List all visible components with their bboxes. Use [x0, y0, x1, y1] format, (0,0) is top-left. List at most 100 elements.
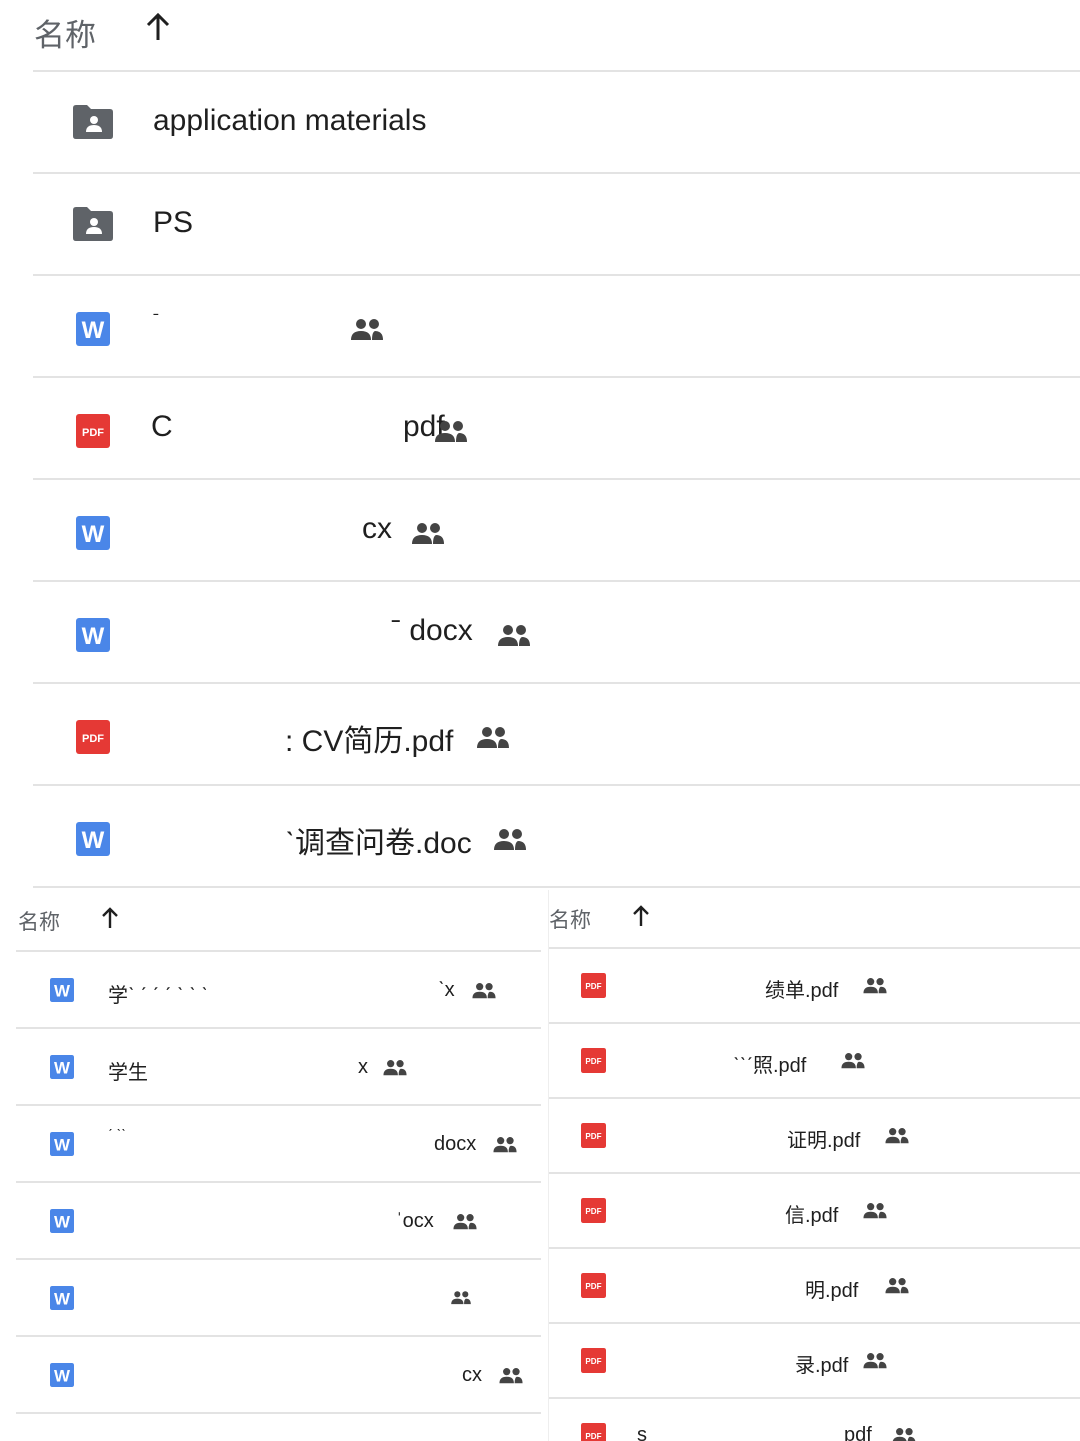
svg-text:PDF: PDF	[82, 733, 104, 745]
pdf-icon: PDF	[581, 973, 606, 1003]
shared-people-icon	[862, 1202, 888, 1225]
file-name-suffix: ˈocx	[396, 1210, 434, 1232]
list-item[interactable]: PDF : CV简历.pdf	[33, 682, 1080, 784]
file-name-suffix: : CV简历.pdf	[285, 725, 454, 758]
list-item[interactable]: application materials	[33, 70, 1080, 172]
shared-people-icon	[471, 982, 497, 1005]
list-item[interactable]: PDF C pdf	[33, 376, 1080, 478]
list-item[interactable]: PDF 录.pdf	[549, 1322, 1080, 1397]
pdf-icon: PDF	[581, 1123, 606, 1153]
svg-text:W: W	[82, 623, 105, 650]
shared-people-icon	[452, 1213, 478, 1236]
file-name-start: 学生	[108, 1062, 148, 1084]
list-item[interactable]: W ˉ	[33, 274, 1080, 376]
pdf-icon: PDF	[581, 1273, 606, 1303]
shared-people-icon	[840, 1052, 866, 1075]
word-doc-icon: W	[50, 1209, 74, 1238]
shared-people-icon	[496, 624, 532, 653]
list-item[interactable]: W ˊ ˋˋ docx	[16, 1104, 541, 1181]
shared-people-icon	[349, 318, 385, 347]
file-name-suffix: docx	[434, 1133, 477, 1155]
file-list-panel-main: 名称 application materials PS W ˉ PDF C pd	[0, 0, 1080, 890]
pdf-icon: PDF	[581, 1198, 606, 1228]
file-name-start: s	[637, 1424, 647, 1441]
file-name-suffix: 明.pdf	[805, 1280, 859, 1302]
shared-people-icon	[884, 1277, 910, 1300]
svg-text:PDF: PDF	[585, 982, 601, 991]
file-name-suffix: 证明.pdf	[787, 1130, 861, 1152]
file-name: ˉ	[153, 310, 159, 330]
file-list-panel-right: 名称 PDF 绩单.pdf PDF ˋˋˊ照.pdf PDF 证明.pdf PD…	[548, 890, 1080, 1441]
shared-people-icon	[492, 828, 528, 857]
file-name: PS	[153, 206, 194, 239]
shared-people-icon	[862, 1352, 888, 1375]
svg-text:W: W	[82, 521, 105, 548]
svg-text:W: W	[82, 317, 105, 344]
sort-ascending-icon[interactable]	[144, 12, 172, 47]
list-item[interactable]: PDF 证明.pdf	[549, 1097, 1080, 1172]
shared-people-icon	[475, 726, 511, 755]
shared-people-icon	[498, 1367, 524, 1390]
shared-people-icon	[433, 420, 469, 449]
svg-text:W: W	[82, 827, 105, 854]
word-doc-icon: W	[76, 822, 110, 861]
word-doc-icon: W	[76, 312, 110, 351]
list-item[interactable]: PDF ˋˋˊ照.pdf	[549, 1022, 1080, 1097]
shared-folder-icon	[71, 104, 115, 145]
list-item[interactable]: W ˋ调查问卷.doc	[33, 784, 1080, 886]
file-list-panel-left: 名称 W 学ˋ ˊ ˊ ˊ ˋ ˋ ˋ ˋx W 学生 x W ˊ ˋˋ doc…	[0, 890, 541, 1441]
svg-text:W: W	[54, 1058, 70, 1077]
list-item[interactable]: PDF 明.pdf	[549, 1247, 1080, 1322]
sort-ascending-icon[interactable]	[631, 905, 651, 932]
list-item[interactable]: W ˉ docx	[33, 580, 1080, 682]
svg-text:PDF: PDF	[585, 1132, 601, 1141]
list-item[interactable]: PDF s pdf	[549, 1397, 1080, 1441]
file-name-suffix: 绩单.pdf	[765, 980, 839, 1002]
list-item[interactable]: W	[16, 1258, 541, 1335]
file-name: application materials	[153, 104, 427, 137]
svg-text:W: W	[54, 1289, 70, 1308]
shared-people-icon	[382, 1059, 408, 1082]
svg-text:PDF: PDF	[585, 1432, 601, 1441]
list-item[interactable]: W 学ˋ ˊ ˊ ˊ ˋ ˋ ˋ ˋx	[16, 950, 541, 1027]
shared-people-icon	[492, 1136, 518, 1159]
file-name-suffix: cx	[362, 512, 392, 545]
word-doc-icon: W	[50, 978, 74, 1007]
list-item[interactable]: W cx	[33, 478, 1080, 580]
list-item[interactable]: PDF 信.pdf	[549, 1172, 1080, 1247]
list-item[interactable]: PDF 绩单.pdf	[549, 947, 1080, 1022]
shared-people-icon	[410, 522, 446, 551]
svg-text:PDF: PDF	[82, 427, 104, 439]
word-doc-icon: W	[50, 1055, 74, 1084]
word-doc-icon: W	[76, 618, 110, 657]
file-name-suffix: pdf	[844, 1424, 872, 1441]
word-doc-icon: W	[76, 516, 110, 555]
name-column-header[interactable]: 名称	[549, 904, 591, 934]
list-item[interactable]: W ˈocx	[16, 1181, 541, 1258]
word-doc-icon: W	[50, 1132, 74, 1161]
list-item[interactable]: W 学生 x	[16, 1027, 541, 1104]
file-name-suffix: cx	[462, 1364, 482, 1386]
pdf-icon: PDF	[76, 414, 110, 453]
svg-text:W: W	[54, 981, 70, 1000]
svg-text:W: W	[54, 1212, 70, 1231]
file-name-suffix: ˉ docx	[391, 614, 473, 647]
svg-text:PDF: PDF	[585, 1057, 601, 1066]
sort-ascending-icon[interactable]	[100, 907, 120, 934]
pdf-icon: PDF	[581, 1423, 606, 1441]
shared-people-icon	[862, 977, 888, 1000]
shared-people-icon	[891, 1427, 917, 1441]
shared-people-icon	[884, 1127, 910, 1150]
list-item[interactable]: W cx	[16, 1335, 541, 1412]
file-name-suffix: ˋˋˊ照.pdf	[733, 1055, 807, 1077]
svg-text:W: W	[54, 1366, 70, 1385]
list-item[interactable]: PS	[33, 172, 1080, 274]
file-name-suffix: ˋx	[438, 979, 455, 1001]
name-column-header[interactable]: 名称	[18, 906, 60, 936]
file-name-start: ˊ ˋˋ	[108, 1126, 126, 1142]
svg-text:PDF: PDF	[585, 1357, 601, 1366]
file-name-suffix: x	[358, 1056, 368, 1078]
name-column-header[interactable]: 名称	[34, 10, 96, 55]
svg-text:PDF: PDF	[585, 1282, 601, 1291]
pdf-icon: PDF	[581, 1348, 606, 1378]
